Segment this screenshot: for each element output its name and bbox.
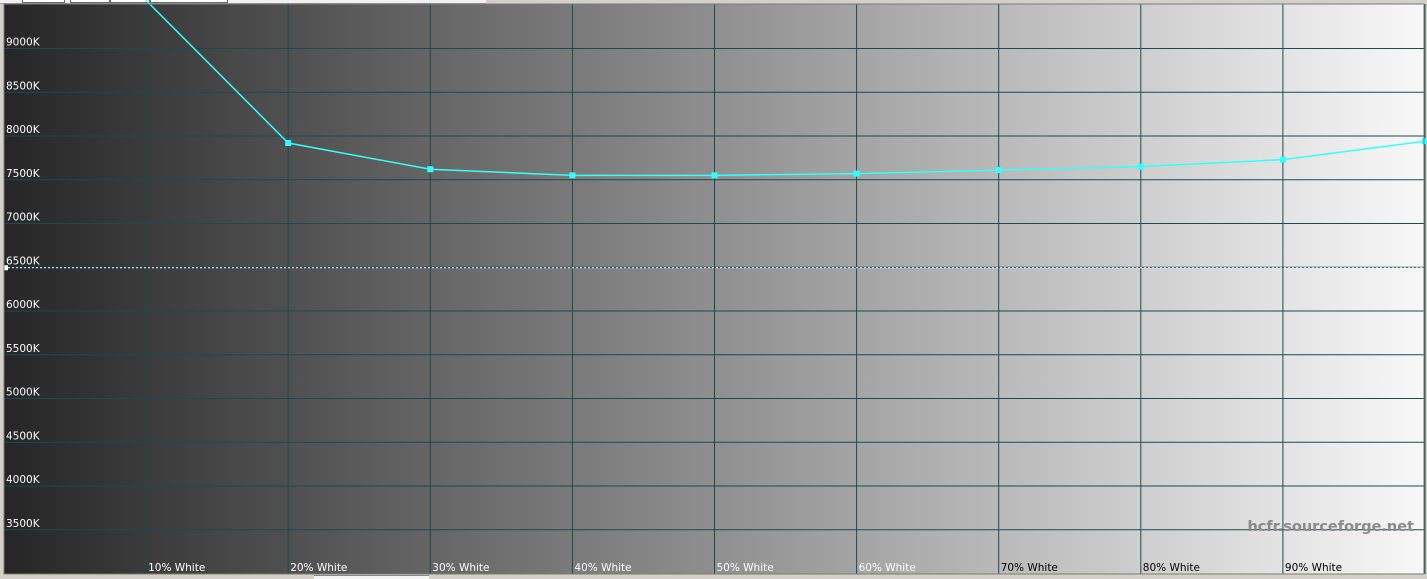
data-point <box>711 172 718 179</box>
y-tick-label: 7000K <box>6 212 41 224</box>
x-tick-label: 60% White <box>859 562 916 574</box>
data-point <box>569 172 576 179</box>
x-tick-label: 50% White <box>717 562 774 574</box>
x-tick-label: 20% White <box>290 562 347 574</box>
data-point <box>1137 163 1144 170</box>
y-tick-label: 7500K <box>6 168 41 180</box>
x-tick-label: 80% White <box>1143 562 1200 574</box>
y-tick-label: 9000K <box>6 37 41 49</box>
y-tick-label: 3500K <box>6 518 41 530</box>
y-tick-label: 6000K <box>6 299 41 311</box>
y-tick-label: 6500K <box>6 255 41 267</box>
y-tick-label: 8000K <box>6 124 41 136</box>
x-tick-label: 70% White <box>1001 562 1058 574</box>
y-tick-label: 8500K <box>6 80 41 92</box>
y-tick-label: 5500K <box>6 343 41 355</box>
data-point <box>427 166 434 173</box>
watermark: hcfr.sourceforge.net <box>1247 519 1414 535</box>
y-tick-label: 5000K <box>6 387 41 399</box>
data-point <box>285 140 292 146</box>
data-point <box>853 170 860 177</box>
x-tick-label: 40% White <box>574 562 631 574</box>
color-temperature-chart: 3500K 4000K 4500K 5000K 5500K 6000K 6500K 7000K… <box>3 0 1427 575</box>
y-tick-label: 4000K <box>6 474 41 486</box>
y-tick-label: 4500K <box>6 430 41 442</box>
bottom-tab-strip <box>314 575 429 579</box>
data-point <box>1279 156 1286 163</box>
x-tick-label: 10% White <box>148 562 205 574</box>
x-tick-label: 90% White <box>1285 562 1342 574</box>
data-point <box>995 167 1002 174</box>
x-axis-labels: 10% White 20% White 30% White 40% White 50% … <box>148 562 1342 574</box>
x-tick-label: 30% White <box>432 562 489 574</box>
